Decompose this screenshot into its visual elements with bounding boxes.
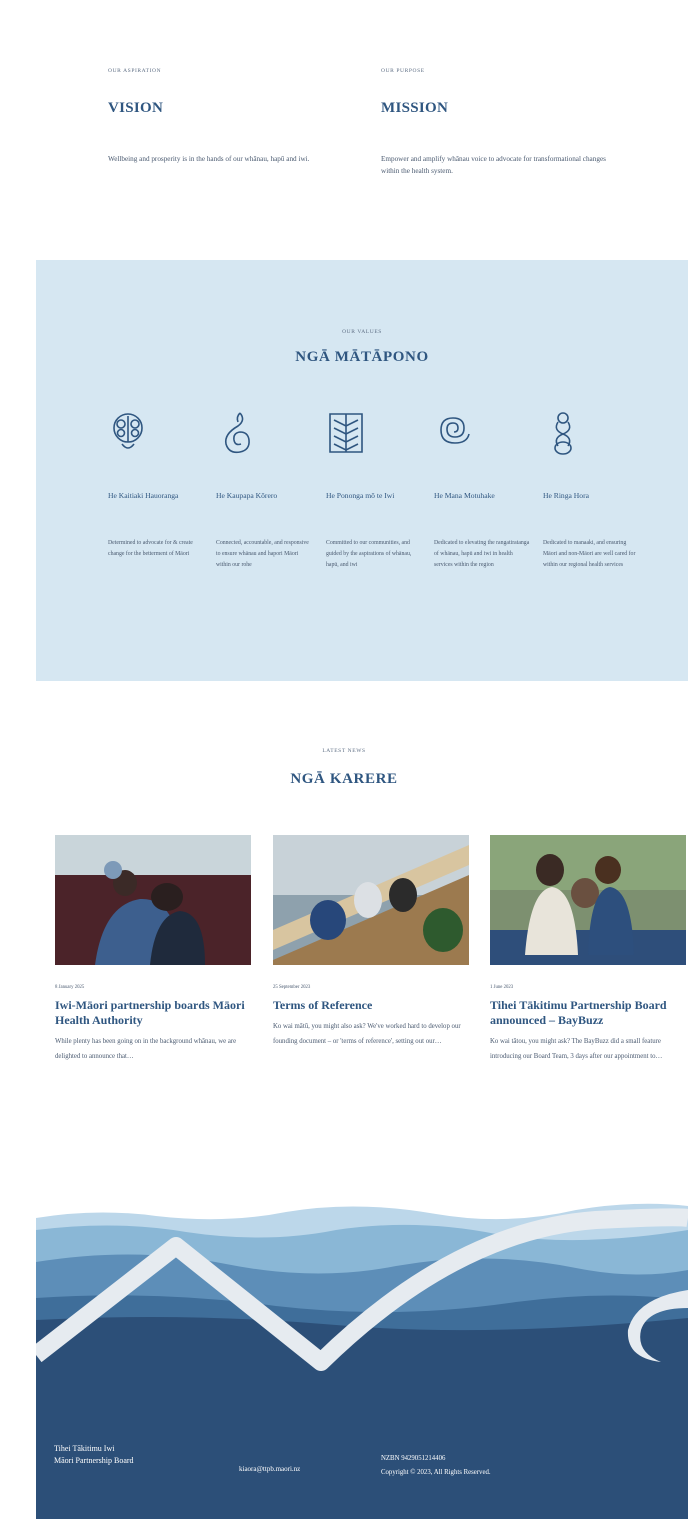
vision-block: OUR ASPIRATION VISION Wellbeing and pros… [108, 68, 358, 165]
news-section: LATEST NEWS NGĀ KARERE 8 January 2025 Iw… [0, 681, 688, 1181]
footer-org-line1: Tihei Tākitimu Iwi [54, 1444, 115, 1453]
values-title: NGĀ MĀTĀPONO [295, 349, 429, 365]
value-item: He Ringa Hora Dedicated to manaaki, and … [543, 410, 639, 570]
footer-email-link[interactable]: kiaora@ttpb.maori.nz [239, 1465, 300, 1473]
vision-text: Wellbeing and prosperity is in the hands… [108, 155, 310, 163]
hook-icon [224, 412, 250, 454]
value-name: He Mana Motuhake [434, 491, 495, 500]
footer-org-line2: Māori Partnership Board [54, 1456, 134, 1465]
news-card-excerpt: While plenty has been going on in the ba… [55, 1038, 237, 1060]
news-card[interactable]: 8 January 2025 Iwi-Māori partnership boa… [55, 835, 251, 1064]
news-card-image[interactable] [490, 835, 686, 965]
news-card-image[interactable] [273, 835, 469, 965]
news-eyebrow: LATEST NEWS [322, 748, 366, 754]
value-desc: Committed to our communities, and guided… [326, 540, 412, 568]
values-section: OUR VALUES NGĀ MĀTĀPONO He Kaitiaki Hauo… [36, 260, 688, 681]
value-desc: Dedicated to manaaki, and ensuring Māori… [543, 540, 636, 568]
value-name: He Kaupapa Kōrero [216, 491, 278, 500]
news-card-title[interactable]: Iwi-Māori partnership boards Māori Healt… [55, 998, 251, 1028]
news-card-image[interactable] [55, 835, 251, 965]
spiral-icon [440, 417, 470, 444]
footer-org-name: Tihei Tākitimu Iwi Māori Partnership Boa… [54, 1443, 204, 1467]
news-title: NGĀ KARERE [290, 771, 398, 787]
news-card-title[interactable]: Terms of Reference [273, 998, 469, 1013]
footer-legal: NZBN 9429051214406 Copyright © 2023, All… [381, 1452, 521, 1480]
footer: Tihei Tākitimu Iwi Māori Partnership Boa… [36, 1190, 688, 1519]
value-name: He Kaitiaki Hauoranga [108, 491, 179, 500]
value-item: He Mana Motuhake Dedicated to elevating … [434, 410, 530, 570]
vision-eyebrow: OUR ASPIRATION [108, 68, 162, 74]
value-item: He Kaitiaki Hauoranga Determined to advo… [108, 410, 204, 560]
news-card-date: 1 June 2023 [490, 985, 514, 990]
news-card[interactable]: 1 June 2023 Tihei Tākitimu Partnership B… [490, 835, 686, 1064]
news-card-excerpt: Ko wai tātou, you might ask? The BayBuzz… [490, 1038, 663, 1060]
news-card-title[interactable]: Tihei Tākitimu Partnership Board announc… [490, 998, 686, 1028]
value-item: He Kaupapa Kōrero Connected, accountable… [216, 410, 312, 570]
news-card-date: 8 January 2025 [55, 985, 85, 990]
news-card-date: 25 September 2023 [273, 985, 311, 990]
footer-landscape-graphic [36, 1203, 688, 1519]
news-card-excerpt: Ko wai mātū, you might also ask? We've w… [273, 1023, 461, 1045]
koru-cluster-icon [113, 413, 143, 449]
value-name: He Ringa Hora [543, 491, 589, 500]
value-desc: Determined to advocate for & create chan… [108, 540, 193, 557]
mission-text: Empower and amplify whānau voice to advo… [381, 155, 606, 175]
value-desc: Dedicated to elevating the rangatiratang… [434, 540, 530, 568]
mission-eyebrow: OUR PURPOSE [381, 68, 425, 74]
footer-copyright: Copyright © 2023, All Rights Reserved. [381, 1469, 491, 1476]
value-name: He Pononga mō te Iwi [326, 491, 395, 500]
mission-title: MISSION [381, 100, 449, 116]
value-desc: Connected, accountable, and responsive t… [216, 540, 309, 568]
footer-nzbn: NZBN 9429051214406 [381, 1455, 446, 1462]
mission-block: OUR PURPOSE MISSION Empower and amplify … [381, 68, 631, 177]
vision-title: VISION [108, 100, 164, 116]
twist-icon [554, 412, 572, 455]
vision-mission-section: OUR ASPIRATION VISION Wellbeing and pros… [0, 0, 688, 260]
values-eyebrow: OUR VALUES [342, 329, 382, 335]
weave-icon [329, 413, 363, 453]
news-card[interactable]: 25 September 2023 Terms of Reference Ko … [273, 835, 469, 1049]
value-item: He Pononga mō te Iwi Committed to our co… [326, 410, 422, 570]
